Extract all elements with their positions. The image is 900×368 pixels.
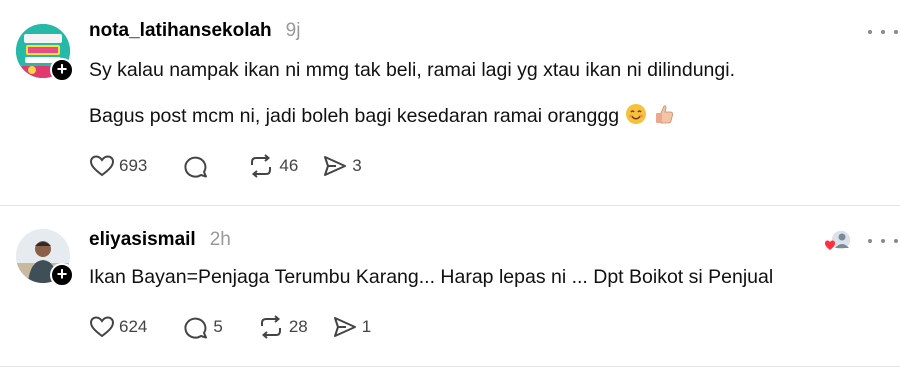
repost-button[interactable]: 28 — [257, 314, 308, 340]
share-button[interactable]: 3 — [322, 154, 362, 178]
heart-liker-icon[interactable] — [824, 227, 852, 255]
like-button[interactable]: 693 — [89, 154, 147, 178]
post-text-line: Sy kalau nampak ikan ni mmg tak beli, ra… — [89, 59, 735, 81]
action-bar: 693 46 3 — [89, 151, 362, 181]
comment-icon — [184, 156, 208, 178]
repost-button[interactable]: 46 — [247, 153, 298, 179]
reply-button[interactable] — [183, 153, 213, 179]
username[interactable]: eliyasismail — [89, 229, 196, 250]
share-count: 3 — [352, 156, 362, 175]
comment-icon — [184, 317, 208, 339]
follow-plus-icon[interactable]: + — [50, 58, 74, 82]
send-icon — [324, 156, 347, 176]
post: + nota_latihansekolah 9j Sy kalau nampak … — [0, 0, 900, 206]
username[interactable]: nota_latihansekolah — [89, 20, 272, 41]
action-bar: 624 5 28 1 — [89, 312, 371, 342]
divider — [0, 366, 900, 367]
timestamp[interactable]: 2h — [210, 229, 231, 250]
post-text-line: Ikan Bayan=Penjaga Terumbu Karang... Har… — [89, 266, 774, 288]
post-text-line-2: Bagus post mcm ni, jadi boleh bagi kesed… — [89, 103, 675, 131]
smiling-face-icon — [625, 103, 647, 131]
thumbs-up-icon — [653, 103, 675, 131]
post-text: Bagus post mcm ni, jadi boleh bagi kesed… — [89, 105, 620, 127]
post-header: eliyasismail 2h — [89, 229, 231, 251]
share-button[interactable]: 1 — [332, 315, 371, 339]
timestamp[interactable]: 9j — [286, 20, 301, 41]
repost-icon — [260, 315, 281, 339]
divider — [0, 205, 900, 206]
reply-count: 5 — [213, 317, 223, 336]
reply-button[interactable]: 5 — [183, 314, 223, 340]
like-count: 624 — [119, 317, 148, 336]
post-header: nota_latihansekolah 9j — [89, 20, 300, 42]
send-icon — [333, 317, 356, 337]
heart-icon — [89, 316, 115, 338]
repost-count: 28 — [288, 317, 308, 336]
repost-count: 46 — [279, 156, 299, 175]
more-options-icon[interactable] — [868, 231, 898, 251]
like-button[interactable]: 624 — [89, 315, 147, 339]
repost-icon — [251, 154, 272, 178]
follow-plus-icon[interactable]: + — [50, 263, 74, 287]
avatar-wrap[interactable]: + — [16, 229, 74, 287]
post: + eliyasismail 2h Ikan Bayan=Penjaga Teru… — [0, 207, 900, 368]
heart-icon — [89, 155, 115, 177]
share-count: 1 — [361, 317, 372, 336]
more-options-icon[interactable] — [868, 22, 898, 42]
like-count: 693 — [119, 156, 148, 175]
avatar-wrap[interactable]: + — [16, 24, 74, 82]
